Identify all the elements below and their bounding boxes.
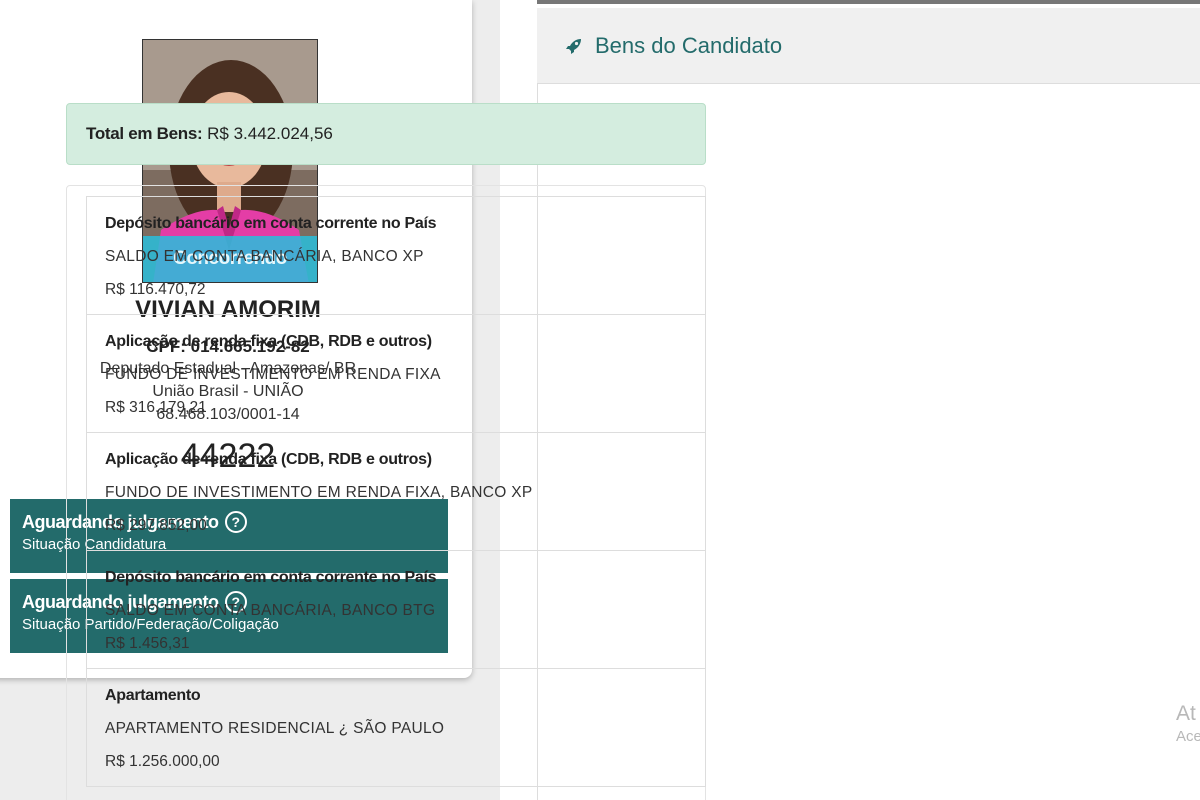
asset-type: Depósito bancário em conta corrente no P… xyxy=(105,569,437,586)
asset-type: Depósito bancário em conta corrente no P… xyxy=(105,215,437,232)
asset-item: Depósito bancário em conta corrente no P… xyxy=(86,550,706,669)
asset-item: Aplicação de renda fixa (CDB, RDB e outr… xyxy=(86,314,706,433)
total-assets-label: Total em Bens: xyxy=(86,124,203,143)
watermark-line1: At xyxy=(1176,702,1196,725)
asset-type: Aplicação de renda fixa (CDB, RDB e outr… xyxy=(105,451,432,468)
asset-value: R$ 116.470,72 xyxy=(105,281,206,298)
rocket-icon xyxy=(566,38,581,54)
asset-value: R$ 297.852,00 xyxy=(105,517,207,534)
asset-description: FUNDO DE INVESTIMENTO EM RENDA FIXA xyxy=(105,366,441,383)
asset-value: R$ 316.179,21 xyxy=(105,399,207,416)
windows-activation-watermark: At Ace xyxy=(1176,702,1200,745)
watermark-line2: Ace xyxy=(1176,728,1200,745)
asset-item: Aplicação de renda fixa (CDB, RDB e outr… xyxy=(86,432,706,551)
asset-description: SALDO EM CONTA BANCÁRIA, BANCO XP xyxy=(105,248,424,265)
panel-top-border xyxy=(537,0,1200,4)
asset-item: Apartamento APARTAMENTO RESIDENCIAL ¿ SÃ… xyxy=(86,668,706,787)
asset-description: FUNDO DE INVESTIMENTO EM RENDA FIXA, BAN… xyxy=(105,484,533,501)
asset-value: R$ 1.456,31 xyxy=(105,635,190,652)
asset-type: Apartamento xyxy=(105,687,201,704)
asset-value: R$ 1.256.000,00 xyxy=(105,753,220,770)
assets-panel-title: Bens do Candidato xyxy=(595,32,783,58)
asset-description: APARTAMENTO RESIDENCIAL ¿ SÃO PAULO xyxy=(105,720,445,737)
asset-description: SALDO EM CONTA BANCÁRIA, BANCO BTG xyxy=(105,602,436,619)
asset-type: Aplicação de renda fixa (CDB, RDB e outr… xyxy=(105,333,432,350)
assets-panel-header: Bens do Candidato xyxy=(537,8,1200,84)
asset-item: Depósito bancário em conta corrente no P… xyxy=(86,196,706,315)
total-assets-value: R$ 3.442.024,56 xyxy=(207,124,333,143)
total-assets-box: Total em Bens: R$ 3.442.024,56 xyxy=(66,103,706,165)
